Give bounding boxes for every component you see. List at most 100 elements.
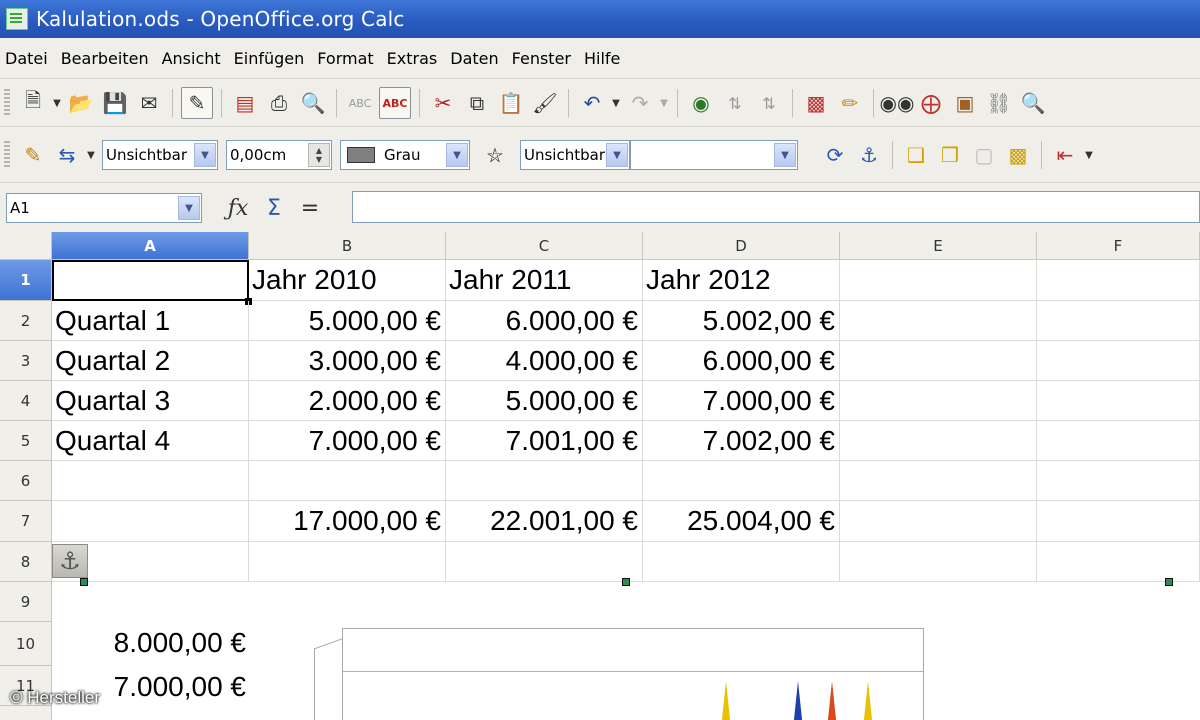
row-header-5[interactable]: 5 [0,421,52,461]
cell-a1[interactable] [52,260,249,301]
cell-b1[interactable]: Jahr 2010 [249,260,446,301]
column-header-c[interactable]: C [446,232,643,260]
alignment-icon[interactable]: ⇤ [1050,140,1080,170]
cell-d2[interactable]: 5.002,00 € [643,301,840,341]
cell-e4[interactable] [840,381,1037,421]
cell-a3[interactable]: Quartal 2 [52,341,249,381]
line-width-field[interactable]: 0,00cm ▲ ▼ [226,140,332,170]
cell-f1[interactable] [1037,260,1200,301]
sum-icon[interactable]: Σ [258,192,290,224]
arrow-style-dropdown-icon[interactable]: ▼ [84,150,98,161]
row-header-6[interactable]: 6 [0,461,52,501]
cell-e7[interactable] [840,501,1037,542]
page-preview-icon[interactable]: 🔍 [298,88,328,118]
spin-button-icon[interactable]: ▲ ▼ [308,143,330,167]
chevron-down-icon[interactable]: ▼ [606,143,628,167]
column-header-a[interactable]: A [52,232,249,260]
cell-f8[interactable] [1037,542,1200,582]
row-header-8[interactable]: 8 [0,542,52,582]
selection-handle[interactable] [1165,578,1173,586]
to-background-icon[interactable]: ▢ [969,140,999,170]
cell-f7[interactable] [1037,501,1200,542]
sort-ascending-icon[interactable]: ⇅ [720,88,750,118]
cell-e2[interactable] [840,301,1037,341]
undo-dropdown-icon[interactable]: ▼ [609,98,623,109]
alignment-dropdown-icon[interactable]: ▼ [1082,150,1096,161]
area-fill-icon[interactable]: ⛦ [480,140,510,170]
to-foreground-icon[interactable]: ▩ [1003,140,1033,170]
row-header-10[interactable]: 10 [0,622,52,666]
cell-c5[interactable]: 7.001,00 € [446,421,643,461]
cell-f5[interactable] [1037,421,1200,461]
area-style-select[interactable]: Unsichtbar ▼ [520,140,630,170]
line-color-select[interactable]: Grau ▼ [340,140,470,170]
data-sources-icon[interactable]: ⛓ [984,88,1014,118]
rotate-icon[interactable]: ⟳ [820,140,850,170]
column-header-b[interactable]: B [249,232,446,260]
cell-c7[interactable]: 22.001,00 € [446,501,643,542]
menu-ansicht[interactable]: Ansicht [157,49,229,68]
copy-icon[interactable]: ⧉ [462,88,492,118]
new-dropdown-icon[interactable]: ▼ [50,98,64,109]
cell-d6[interactable] [643,461,840,501]
cell-d8[interactable] [643,542,840,582]
row-header-4[interactable]: 4 [0,381,52,421]
cell-a7[interactable] [52,501,249,542]
chevron-down-icon[interactable]: ▼ [446,143,468,167]
area-fill-select[interactable]: ▼ [630,140,798,170]
autospellcheck-icon[interactable]: ABC [379,87,411,119]
cell-e1[interactable] [840,260,1037,301]
new-document-icon[interactable]: 🗎 [18,88,48,118]
cell-e8[interactable] [840,542,1037,582]
arrow-style-icon[interactable]: ⇆ [52,140,82,170]
cell-c1[interactable]: Jahr 2011 [446,260,643,301]
anchor-icon[interactable]: ⚓ [52,544,88,578]
cell-f6[interactable] [1037,461,1200,501]
cell-b5[interactable]: 7.000,00 € [249,421,446,461]
menu-format[interactable]: Format [312,49,381,68]
draw-functions-icon[interactable]: ✏ [835,88,865,118]
select-all-corner[interactable] [0,232,52,260]
cell-e6[interactable] [840,461,1037,501]
cell-b8[interactable] [249,542,446,582]
function-equals-icon[interactable]: = [294,192,326,224]
column-header-d[interactable]: D [643,232,840,260]
menu-bearbeiten[interactable]: Bearbeiten [56,49,157,68]
line-icon[interactable]: ✎ [18,140,48,170]
cell-d1[interactable]: Jahr 2012 [643,260,840,301]
cell-e5[interactable] [840,421,1037,461]
undo-icon[interactable]: ↶ [577,88,607,118]
email-icon[interactable]: ✉ [134,88,164,118]
line-style-select[interactable]: Unsichtbar ▼ [102,140,218,170]
spellcheck-icon[interactable]: ABC [345,88,375,118]
chevron-down-icon[interactable]: ▼ [178,196,200,220]
cell-c2[interactable]: 6.000,00 € [446,301,643,341]
cell-d3[interactable]: 6.000,00 € [643,341,840,381]
menu-extras[interactable]: Extras [382,49,446,68]
insert-chart-icon[interactable]: ▩ [801,88,831,118]
cell-b2[interactable]: 5.000,00 € [249,301,446,341]
row-header-9[interactable]: 9 [0,582,52,622]
cell-c3[interactable]: 4.000,00 € [446,341,643,381]
menu-datei[interactable]: Datei [0,49,56,68]
cell-b6[interactable] [249,461,446,501]
cell-c6[interactable] [446,461,643,501]
row-header-3[interactable]: 3 [0,341,52,381]
function-wizard-icon[interactable]: ƒx [222,192,254,224]
cell-a4[interactable]: Quartal 3 [52,381,249,421]
selection-handle[interactable] [80,578,88,586]
column-header-e[interactable]: E [840,232,1037,260]
row-header-2[interactable]: 2 [0,301,52,341]
cell-e3[interactable] [840,341,1037,381]
cell-c4[interactable]: 5.000,00 € [446,381,643,421]
menu-fenster[interactable]: Fenster [507,49,579,68]
row-header-7[interactable]: 7 [0,501,52,542]
hyperlink-icon[interactable]: ◉ [686,88,716,118]
zoom-icon[interactable]: 🔍 [1018,88,1048,118]
chevron-down-icon[interactable]: ▼ [194,143,216,167]
cell-c8[interactable] [446,542,643,582]
sort-descending-icon[interactable]: ⇅ [754,88,784,118]
cell-f2[interactable] [1037,301,1200,341]
selection-handle[interactable] [622,578,630,586]
redo-dropdown-icon[interactable]: ▼ [657,98,671,109]
